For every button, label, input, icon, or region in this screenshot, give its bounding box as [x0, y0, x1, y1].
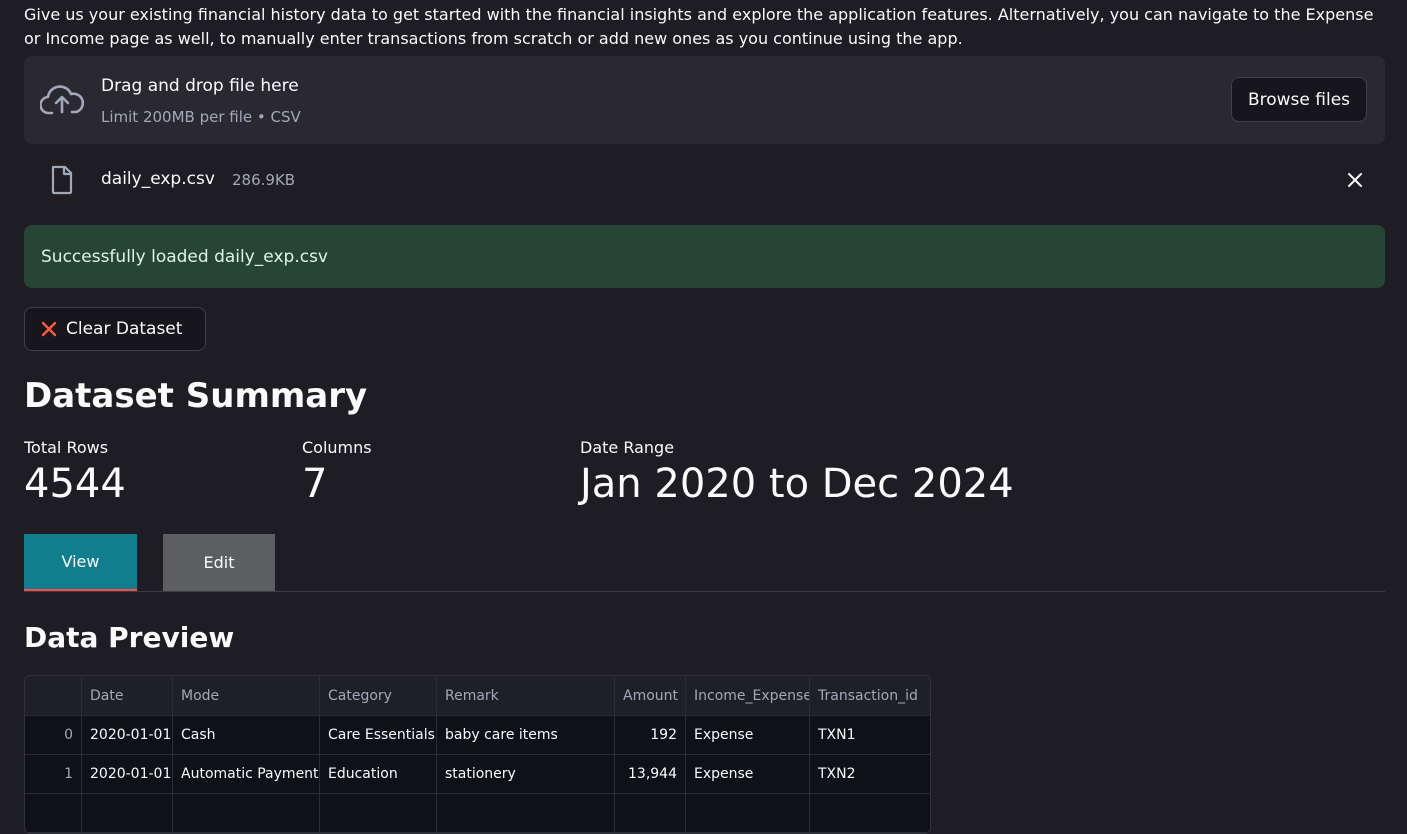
clear-dataset-label: Clear Dataset	[66, 319, 183, 339]
row-index: 0	[25, 716, 82, 754]
browse-files-button[interactable]: Browse files	[1231, 77, 1367, 122]
table-cell[interactable]: TXN2	[810, 755, 930, 793]
file-icon	[51, 165, 73, 195]
clear-dataset-button[interactable]: Clear Dataset	[24, 307, 206, 351]
table-cell[interactable]	[82, 794, 173, 832]
table-row: 1 2020-01-01 Automatic Payment Education…	[25, 755, 930, 794]
uploaded-file-row: daily_exp.csv 286.9KB	[24, 160, 1385, 200]
metric-columns: Columns 7	[302, 438, 372, 507]
metric-label: Total Rows	[24, 438, 109, 457]
column-header[interactable]: Transaction_id	[810, 676, 930, 715]
table-cell[interactable]	[686, 794, 810, 832]
table-cell[interactable]: baby care items	[437, 716, 615, 754]
table-cell[interactable]: TXN1	[810, 716, 930, 754]
dataset-summary-title: Dataset Summary	[24, 376, 368, 416]
table-cell[interactable]	[173, 794, 320, 832]
table-cell[interactable]: Cash	[173, 716, 320, 754]
dropzone-subtitle: Limit 200MB per file • CSV	[101, 108, 301, 126]
metric-value: 4544	[24, 461, 126, 507]
table-cell[interactable]: stationery	[437, 755, 615, 793]
table-cell[interactable]: Education	[320, 755, 437, 793]
metric-value: Jan 2020 to Dec 2024	[580, 461, 1014, 507]
table-row: 0 2020-01-01 Cash Care Essentials baby c…	[25, 716, 930, 755]
metric-label: Date Range	[580, 438, 675, 457]
table-cell[interactable]	[810, 794, 930, 832]
row-index: 1	[25, 755, 82, 793]
column-header[interactable]: Category	[320, 676, 437, 715]
column-header[interactable]: Income_Expense	[686, 676, 810, 715]
column-header[interactable]: Date	[82, 676, 173, 715]
x-icon	[41, 321, 57, 337]
dropzone-title: Drag and drop file here	[101, 76, 299, 96]
row-index	[25, 794, 82, 832]
table-cell[interactable]: 2020-01-01	[82, 755, 173, 793]
tab-edit[interactable]: Edit	[163, 534, 275, 591]
column-header[interactable]: Mode	[173, 676, 320, 715]
success-alert: Successfully loaded daily_exp.csv	[24, 225, 1385, 288]
table-header-row: Date Mode Category Remark Amount Income_…	[25, 676, 930, 716]
cloud-upload-icon	[40, 85, 84, 115]
column-header[interactable]: Amount	[615, 676, 686, 715]
table-cell[interactable]	[615, 794, 686, 832]
tab-view[interactable]: View	[24, 534, 137, 591]
file-name: daily_exp.csv	[101, 169, 215, 189]
file-size: 286.9KB	[232, 171, 296, 189]
table-cell[interactable]: 192	[615, 716, 686, 754]
table-cell[interactable]: Expense	[686, 755, 810, 793]
file-dropzone[interactable]: Drag and drop file here Limit 200MB per …	[24, 56, 1385, 144]
close-icon[interactable]	[1343, 168, 1367, 192]
table-cell[interactable]	[320, 794, 437, 832]
table-row	[25, 794, 930, 833]
column-header[interactable]: Remark	[437, 676, 615, 715]
table-cell[interactable]: Expense	[686, 716, 810, 754]
intro-text: Give us your existing financial history …	[24, 5, 1374, 48]
table-cell[interactable]	[437, 794, 615, 832]
table-cell[interactable]: Care Essentials	[320, 716, 437, 754]
metric-label: Columns	[302, 438, 372, 457]
table-cell[interactable]: 13,944	[615, 755, 686, 793]
metric-value: 7	[302, 461, 328, 507]
metric-total-rows: Total Rows 4544	[24, 438, 126, 507]
success-message: Successfully loaded daily_exp.csv	[41, 246, 328, 267]
table-cell[interactable]: Automatic Payment	[173, 755, 320, 793]
column-header-index	[25, 676, 82, 715]
metric-date-range: Date Range Jan 2020 to Dec 2024	[580, 438, 1014, 507]
data-preview-table[interactable]: Date Mode Category Remark Amount Income_…	[24, 675, 931, 834]
view-edit-tabs: View Edit	[24, 534, 1385, 592]
table-cell[interactable]: 2020-01-01	[82, 716, 173, 754]
data-preview-title: Data Preview	[24, 621, 235, 654]
